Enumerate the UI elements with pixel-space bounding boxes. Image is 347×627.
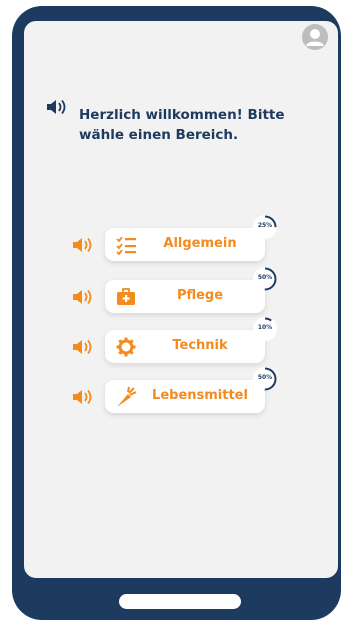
welcome-text: Herzlich willkommen! Bitte wähle einen B… xyxy=(79,107,285,143)
checklist-icon xyxy=(115,234,137,256)
progress-badge: 50% xyxy=(253,267,277,291)
gear-icon xyxy=(115,336,137,358)
progress-badge: 50% xyxy=(253,367,277,391)
progress-badge: 10% xyxy=(253,317,277,341)
home-indicator[interactable] xyxy=(119,594,241,609)
category-label: Pflege xyxy=(176,288,224,303)
category-row-technik: Technik 10% xyxy=(72,317,282,366)
category-row-allgemein: Allgemein 25% xyxy=(72,215,282,264)
speaker-icon[interactable] xyxy=(72,236,94,254)
user-avatar-icon[interactable] xyxy=(302,24,328,50)
carrot-icon xyxy=(115,386,137,408)
category-row-pflege: Pflege 50% xyxy=(72,267,282,316)
category-label: Technik xyxy=(172,338,228,353)
first-aid-kit-icon xyxy=(115,286,137,308)
category-button-technik[interactable]: Technik xyxy=(105,330,265,363)
progress-text: 50% xyxy=(257,274,273,281)
category-label: Lebensmittel xyxy=(152,388,248,403)
category-button-allgemein[interactable]: Allgemein xyxy=(105,228,265,261)
progress-badge: 25% xyxy=(253,215,277,239)
category-row-lebensmittel: Lebensmittel 50% xyxy=(72,367,282,416)
progress-text: 50% xyxy=(257,374,273,381)
speaker-icon[interactable] xyxy=(72,288,94,306)
category-label: Allgemein xyxy=(163,236,237,251)
category-button-pflege[interactable]: Pflege xyxy=(105,280,265,313)
category-button-lebensmittel[interactable]: Lebensmittel xyxy=(105,380,265,413)
progress-text: 10% xyxy=(257,324,273,331)
progress-text: 25% xyxy=(257,222,273,229)
speaker-icon[interactable] xyxy=(72,388,94,406)
speaker-icon[interactable] xyxy=(72,338,94,356)
speaker-icon[interactable] xyxy=(46,98,68,116)
